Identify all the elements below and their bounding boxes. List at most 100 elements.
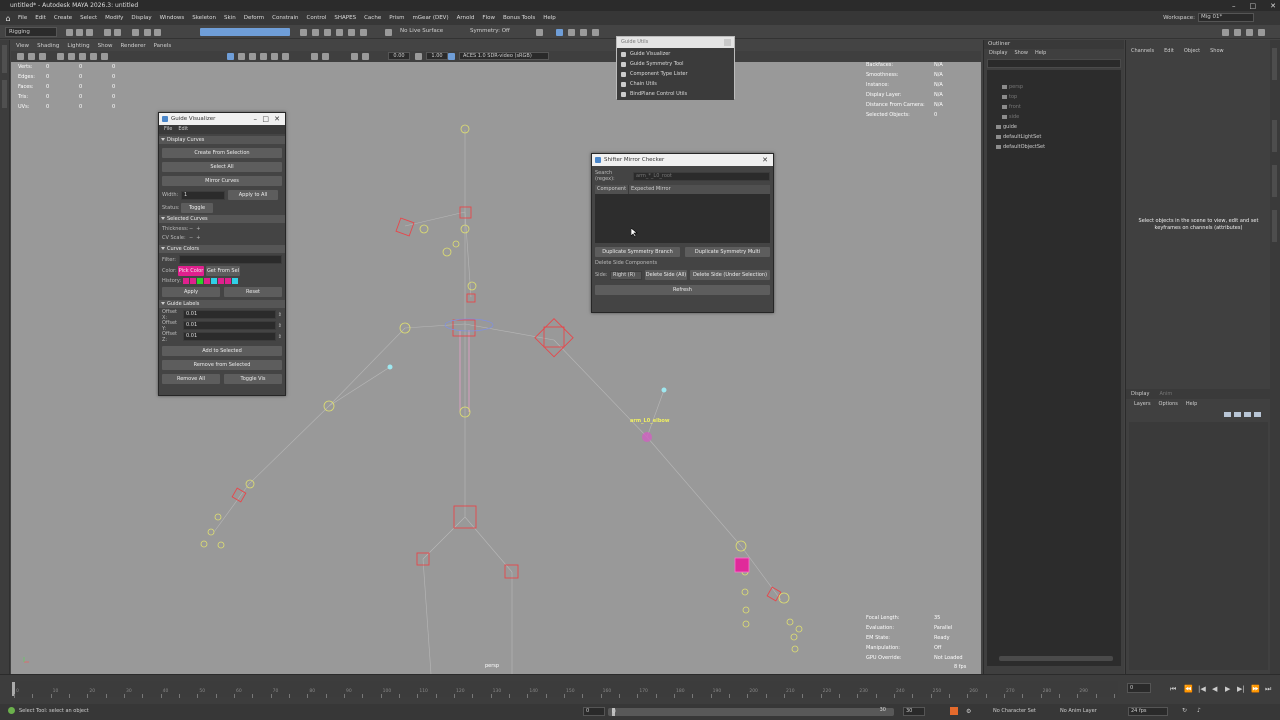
menu-shapes[interactable]: SHAPES bbox=[330, 15, 360, 21]
move-layer-down-icon[interactable] bbox=[1254, 412, 1261, 417]
snap-curve-icon[interactable] bbox=[312, 29, 319, 36]
start-time-field[interactable]: 0 bbox=[583, 707, 605, 716]
create-from-selection-button[interactable]: Create From Selection bbox=[162, 148, 282, 158]
guide-utils-item[interactable]: Guide Visualizer bbox=[617, 49, 734, 59]
delete-side-all-button[interactable]: Delete Side (All) bbox=[645, 270, 687, 280]
gamma-field[interactable]: 1.00 bbox=[426, 52, 448, 60]
color-swatch[interactable] bbox=[190, 278, 196, 284]
channel-menu-show[interactable]: Show bbox=[1210, 44, 1224, 54]
menu-edit[interactable]: Edit bbox=[31, 15, 50, 21]
layer-menu-options[interactable]: Options bbox=[1159, 399, 1178, 409]
tool-tab-2[interactable] bbox=[2, 80, 7, 108]
modeling-toolkit-tab[interactable] bbox=[1272, 165, 1277, 197]
viewport-menu-lighting[interactable]: Lighting bbox=[67, 43, 89, 49]
outliner-list[interactable]: persp top front side guide defaultLightSet def… bbox=[987, 70, 1121, 666]
search-input[interactable]: arm_*_L0_root bbox=[633, 171, 770, 181]
snap-magnet-icon[interactable] bbox=[360, 29, 367, 36]
exposure-field[interactable]: 0.00 bbox=[388, 52, 410, 60]
workspace-selector[interactable]: Workspace: Mig 01* bbox=[1163, 13, 1254, 22]
outliner-search-input[interactable] bbox=[987, 59, 1121, 68]
guide-labels-section[interactable]: Guide Labels bbox=[159, 300, 285, 308]
remove-from-selected-button[interactable]: Remove from Selected bbox=[162, 360, 282, 370]
snap-point-icon[interactable] bbox=[324, 29, 331, 36]
select-all-button[interactable]: Select All bbox=[162, 162, 282, 172]
menu-windows[interactable]: Windows bbox=[156, 15, 189, 21]
attribute-editor-tab[interactable] bbox=[1272, 120, 1277, 152]
step-forward-frame-icon[interactable]: ▶| bbox=[1237, 685, 1245, 693]
gv-menu-file[interactable]: File bbox=[164, 125, 172, 134]
range-end-handle[interactable]: 30 bbox=[880, 707, 886, 713]
menu-mgear-dev-[interactable]: mGear (DEV) bbox=[408, 15, 452, 21]
layer-list[interactable] bbox=[1129, 422, 1268, 670]
live-surface-label[interactable]: No Live Surface bbox=[400, 28, 443, 34]
color-swatch[interactable] bbox=[232, 278, 238, 284]
view-transform-dropdown[interactable]: ACES 1.0 SDR-video (sRGB) bbox=[459, 52, 549, 60]
viewport-menu-panels[interactable]: Panels bbox=[154, 43, 172, 49]
save-scene-icon[interactable] bbox=[86, 29, 93, 36]
auto-key-icon[interactable] bbox=[950, 707, 958, 715]
smooth-shade-icon[interactable] bbox=[238, 53, 245, 60]
audio-icon[interactable]: ♪ bbox=[1197, 707, 1201, 714]
color-swatch[interactable] bbox=[204, 278, 210, 284]
menu-display[interactable]: Display bbox=[127, 15, 155, 21]
apply-button[interactable]: Apply bbox=[162, 287, 220, 297]
side-dropdown[interactable]: Right (R) bbox=[610, 270, 642, 280]
resolution-gate-icon[interactable] bbox=[90, 53, 97, 60]
live-surface-icon[interactable] bbox=[385, 29, 392, 36]
thickness-increase-button[interactable]: + bbox=[196, 226, 200, 232]
wireframe-icon[interactable] bbox=[227, 53, 234, 60]
mirror-curves-button[interactable]: Mirror Curves bbox=[162, 176, 282, 186]
duplicate-symmetry-branch-button[interactable]: Duplicate Symmetry Branch bbox=[595, 247, 680, 257]
anim-layer-label[interactable]: No Anim Layer bbox=[1060, 708, 1097, 714]
column-component[interactable]: Component bbox=[595, 185, 629, 194]
move-layer-up-icon[interactable] bbox=[1244, 412, 1251, 417]
menu-set-dropdown[interactable]: Rigging bbox=[5, 27, 57, 37]
isolate-select-icon[interactable] bbox=[351, 53, 358, 60]
camera-attributes-icon[interactable] bbox=[28, 53, 35, 60]
color-swatch[interactable] bbox=[225, 278, 231, 284]
outliner-menu-help[interactable]: Help bbox=[1035, 49, 1046, 58]
end-time-field[interactable]: 30 bbox=[903, 707, 925, 716]
channel-menu-edit[interactable]: Edit bbox=[1164, 44, 1174, 54]
layer-menu-layers[interactable]: Layers bbox=[1134, 399, 1151, 409]
snap-surface-icon[interactable] bbox=[348, 29, 355, 36]
outliner-item[interactable]: top bbox=[987, 92, 1121, 102]
display-curves-section[interactable]: Display Curves bbox=[159, 136, 285, 144]
outliner-item[interactable]: defaultLightSet bbox=[987, 132, 1121, 142]
toggle-vis-button[interactable]: Toggle Vis bbox=[224, 374, 282, 384]
get-from-selection-button[interactable]: Get From Sel bbox=[206, 266, 240, 276]
channel-menu-object[interactable]: Object bbox=[1184, 44, 1200, 54]
outliner-horizontal-scrollbar[interactable] bbox=[999, 656, 1113, 661]
tool-settings-tab[interactable] bbox=[1272, 210, 1277, 242]
guide-utils-item[interactable]: Chain Utils bbox=[617, 79, 734, 89]
color-swatch[interactable] bbox=[183, 278, 189, 284]
outliner-item[interactable]: side bbox=[987, 112, 1121, 122]
refresh-button[interactable]: Refresh bbox=[595, 285, 770, 295]
menu-control[interactable]: Control bbox=[303, 15, 331, 21]
step-forward-key-icon[interactable]: ⏩ bbox=[1251, 685, 1260, 693]
spinner-icon[interactable]: ⇕ bbox=[278, 323, 282, 329]
guide-utils-item[interactable]: Component Type Lister bbox=[617, 69, 734, 79]
outliner-item[interactable]: front bbox=[987, 102, 1121, 112]
outliner-menu-display[interactable]: Display bbox=[989, 49, 1007, 58]
new-scene-icon[interactable] bbox=[66, 29, 73, 36]
go-to-start-icon[interactable]: ⏮ bbox=[1170, 685, 1176, 694]
menu-flow[interactable]: Flow bbox=[478, 15, 499, 21]
delete-side-under-selection-button[interactable]: Delete Side (Under Selection) bbox=[690, 270, 770, 280]
textured-icon[interactable] bbox=[260, 53, 267, 60]
lights-icon[interactable] bbox=[271, 53, 278, 60]
apply-to-all-button[interactable]: Apply to All bbox=[228, 190, 278, 200]
select-component-icon[interactable] bbox=[154, 29, 161, 36]
pick-color-button[interactable]: Pick Color bbox=[178, 266, 204, 276]
viewport-menu-renderer[interactable]: Renderer bbox=[120, 43, 145, 49]
close-icon[interactable]: ✕ bbox=[1270, 2, 1276, 10]
exposure-icon[interactable] bbox=[362, 53, 369, 60]
viewport-menu-show[interactable]: Show bbox=[98, 43, 113, 49]
gamma-icon[interactable] bbox=[415, 53, 422, 60]
gv-menu-edit[interactable]: Edit bbox=[178, 125, 188, 134]
cv-scale-increase-button[interactable]: + bbox=[196, 235, 200, 241]
ipr-render-icon[interactable] bbox=[580, 29, 587, 36]
perspective-viewport[interactable]: Verts: 0 0 0 Edges: 0 0 0 Faces: 0 0 0 Tris: 0 0 0 UVs: 0… bbox=[11, 62, 981, 674]
spinner-icon[interactable]: ⇕ bbox=[278, 334, 282, 340]
minimize-icon[interactable]: – bbox=[1232, 2, 1236, 10]
